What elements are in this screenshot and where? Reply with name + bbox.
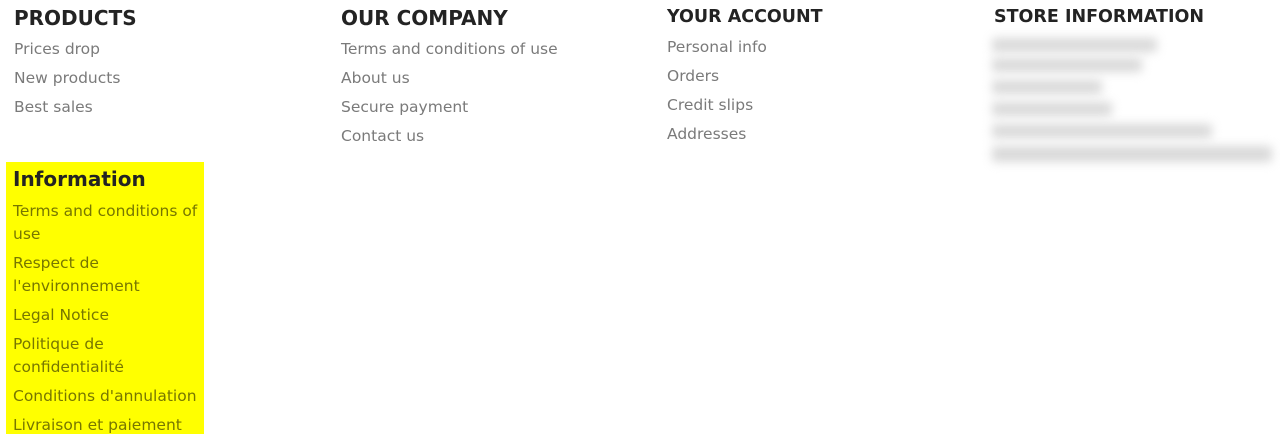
company-heading: OUR COMPANY (341, 6, 508, 30)
store-info-blurred (982, 34, 1280, 174)
store-heading: STORE INFORMATION (994, 7, 1204, 27)
link-new-products[interactable]: New products (14, 67, 120, 96)
link-politique-confidentialite[interactable]: Politique de confidentialité (13, 333, 201, 379)
account-links: Personal info Orders Credit slips Addres… (667, 36, 767, 152)
link-best-sales[interactable]: Best sales (14, 96, 120, 125)
link-livraison-paiement[interactable]: Livraison et paiement (13, 414, 201, 437)
site-footer: PRODUCTS Prices drop New products Best s… (0, 0, 1280, 438)
link-info-terms[interactable]: Terms and conditions of use (13, 200, 201, 246)
link-terms[interactable]: Terms and conditions of use (341, 38, 558, 67)
link-secure-payment[interactable]: Secure payment (341, 96, 558, 125)
link-contact-us[interactable]: Contact us (341, 125, 558, 154)
link-credit-slips[interactable]: Credit slips (667, 94, 767, 123)
link-about-us[interactable]: About us (341, 67, 558, 96)
link-personal-info[interactable]: Personal info (667, 36, 767, 65)
account-heading: YOUR ACCOUNT (667, 7, 823, 27)
information-heading: Information (13, 167, 146, 191)
company-links: Terms and conditions of use About us Sec… (341, 38, 558, 154)
information-links: Terms and conditions of use Respect de l… (13, 200, 201, 438)
link-legal-notice[interactable]: Legal Notice (13, 304, 201, 327)
link-conditions-annulation[interactable]: Conditions d'annulation (13, 385, 201, 408)
link-orders[interactable]: Orders (667, 65, 767, 94)
link-prices-drop[interactable]: Prices drop (14, 38, 120, 67)
products-links: Prices drop New products Best sales (14, 38, 120, 125)
information-block: Information Terms and conditions of use … (6, 162, 204, 434)
products-heading: PRODUCTS (14, 6, 137, 30)
link-addresses[interactable]: Addresses (667, 123, 767, 152)
link-respect-environnement[interactable]: Respect de l'environnement (13, 252, 201, 298)
